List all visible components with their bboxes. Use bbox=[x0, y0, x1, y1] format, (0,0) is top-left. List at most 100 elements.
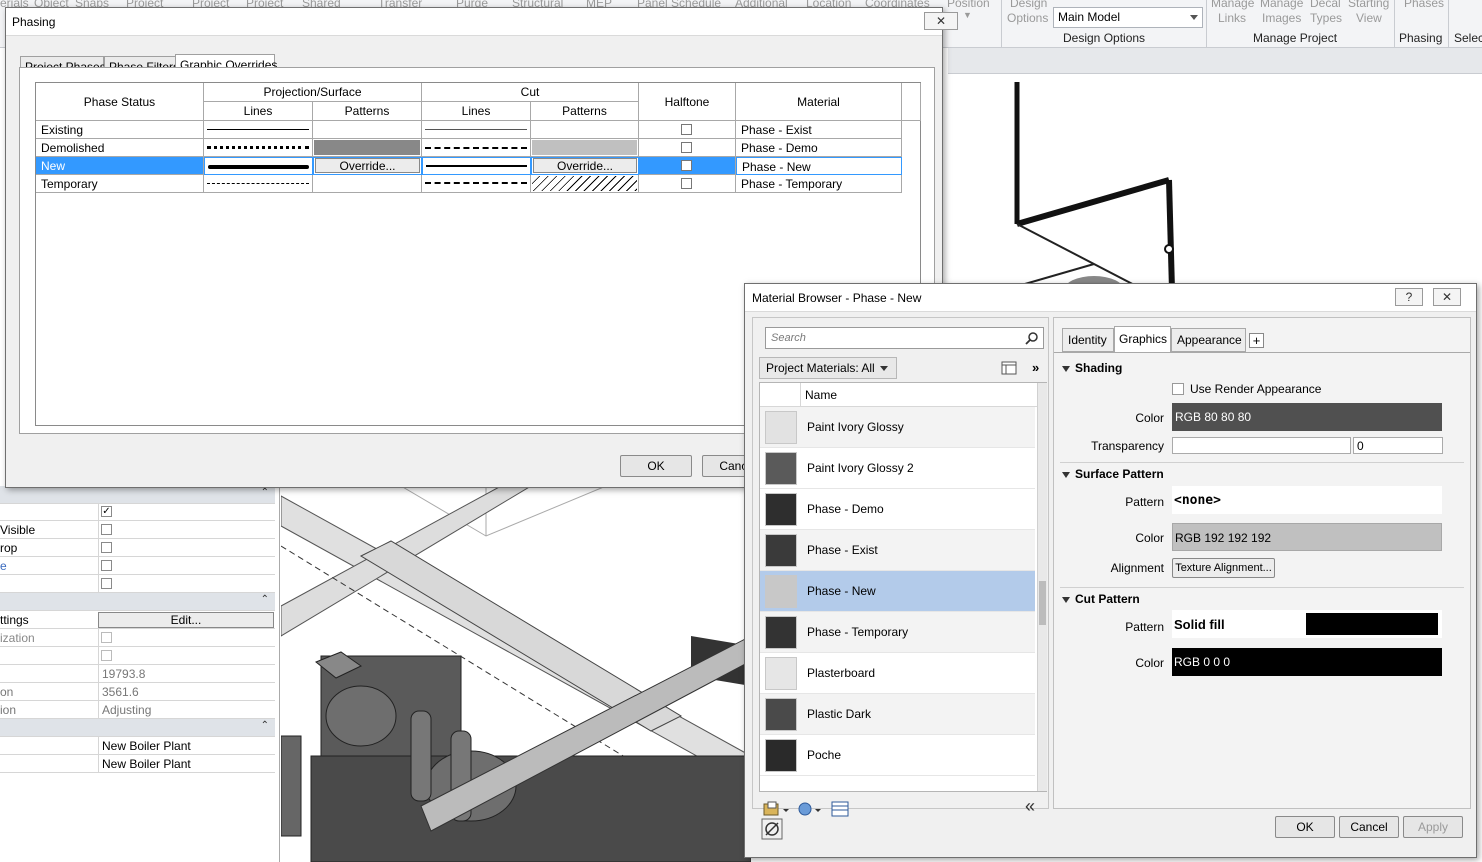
ribbon-label[interactable]: Manage bbox=[1260, 0, 1303, 10]
add-material-icon[interactable] bbox=[797, 801, 825, 817]
cut-patterns-cell[interactable] bbox=[531, 175, 639, 193]
properties-section-header[interactable]: ⌃ bbox=[0, 593, 275, 611]
property-checkbox[interactable]: ✓ bbox=[101, 506, 112, 517]
proj-patterns-cell[interactable] bbox=[313, 121, 422, 139]
collapse-icon[interactable]: « bbox=[1025, 796, 1035, 817]
list-scrollbar[interactable] bbox=[1037, 383, 1047, 791]
halftone-checkbox[interactable] bbox=[681, 178, 692, 189]
tab-identity[interactable]: Identity bbox=[1062, 328, 1114, 352]
proj-lines-cell[interactable] bbox=[204, 175, 313, 193]
collapse-icon[interactable]: ⌃ bbox=[261, 487, 269, 498]
scrollbar-thumb[interactable] bbox=[1039, 581, 1046, 625]
material-cell[interactable]: Phase - Exist bbox=[736, 121, 902, 139]
list-item[interactable]: Paint Ivory Glossy 2 bbox=[760, 448, 1035, 489]
properties-section-header[interactable]: ⌃ bbox=[0, 486, 275, 504]
cancel-button[interactable]: Cancel bbox=[1339, 816, 1399, 838]
ok-button[interactable]: OK bbox=[620, 455, 692, 477]
proj-lines-cell[interactable] bbox=[204, 139, 313, 157]
edit-button[interactable]: Edit... bbox=[98, 612, 274, 628]
property-checkbox[interactable] bbox=[101, 560, 112, 571]
property-checkbox[interactable] bbox=[101, 542, 112, 553]
properties-section-header[interactable]: ⌃ bbox=[0, 719, 275, 737]
viewport-3d[interactable] bbox=[281, 486, 751, 862]
shading-section-header[interactable]: Shading bbox=[1062, 361, 1122, 375]
ribbon-label[interactable]: Design bbox=[1010, 0, 1047, 10]
collapse-icon[interactable]: ⌃ bbox=[261, 720, 269, 731]
list-item[interactable]: Plasterboard bbox=[760, 653, 1035, 694]
transparency-input[interactable]: 0 bbox=[1353, 437, 1443, 454]
property-checkbox[interactable] bbox=[101, 650, 112, 661]
close-button[interactable]: ✕ bbox=[924, 12, 958, 30]
property-value[interactable]: 3561.6 bbox=[98, 683, 275, 701]
texture-alignment-button[interactable]: Texture Alignment... bbox=[1172, 558, 1275, 578]
material-cell[interactable]: Phase - Temporary bbox=[736, 175, 902, 193]
proj-patterns-cell[interactable] bbox=[313, 175, 422, 193]
list-item[interactable]: Poche bbox=[760, 735, 1035, 776]
ribbon-label[interactable]: Images bbox=[1262, 11, 1301, 25]
property-value[interactable]: 19793.8 bbox=[98, 665, 275, 683]
cut-color-field[interactable]: RGB 0 0 0 bbox=[1172, 648, 1442, 676]
list-item[interactable]: Paint Ivory Glossy bbox=[760, 407, 1035, 448]
view-toggle-icon[interactable] bbox=[1001, 361, 1017, 375]
cut-patterns-cell[interactable] bbox=[531, 121, 639, 139]
halftone-checkbox[interactable] bbox=[681, 160, 692, 171]
close-button[interactable]: ✕ bbox=[1433, 288, 1461, 306]
cut-patterns-cell[interactable] bbox=[531, 139, 639, 157]
ribbon-label[interactable]: Manage bbox=[1211, 0, 1254, 10]
ribbon-label[interactable]: Links bbox=[1218, 11, 1246, 25]
surface-pattern-field[interactable]: <none> bbox=[1172, 486, 1442, 514]
viewport-top[interactable] bbox=[944, 74, 1482, 290]
design-option-select[interactable]: Main Model bbox=[1053, 7, 1203, 28]
override-button[interactable]: Override... bbox=[315, 158, 420, 173]
cut-lines-cell[interactable] bbox=[422, 121, 531, 139]
transparency-slider[interactable] bbox=[1172, 437, 1351, 454]
property-checkbox[interactable] bbox=[101, 524, 112, 535]
expand-icon[interactable]: » bbox=[1032, 360, 1039, 375]
surface-color-field[interactable]: RGB 192 192 192 bbox=[1172, 523, 1442, 551]
help-button[interactable]: ? bbox=[1395, 288, 1423, 306]
proj-patterns-cell[interactable] bbox=[313, 139, 422, 157]
tab-appearance[interactable]: Appearance bbox=[1171, 328, 1246, 352]
halftone-checkbox[interactable] bbox=[681, 124, 692, 135]
proj-lines-cell[interactable] bbox=[204, 157, 313, 175]
property-value[interactable]: Adjusting bbox=[98, 701, 275, 719]
property-value[interactable]: New Boiler Plant bbox=[98, 755, 275, 773]
search-input[interactable]: Search bbox=[765, 327, 1044, 349]
table-row-selected[interactable]: New bbox=[36, 157, 204, 175]
chevron-down-icon[interactable]: ▼ bbox=[963, 8, 972, 22]
override-button[interactable]: Override... bbox=[533, 158, 637, 173]
list-item[interactable]: Phase - Temporary bbox=[760, 612, 1035, 653]
list-item-selected[interactable]: Phase - New bbox=[760, 571, 1035, 612]
ok-button[interactable]: OK bbox=[1275, 816, 1335, 838]
ribbon-label[interactable]: Starting bbox=[1348, 0, 1389, 10]
ribbon-label[interactable]: View bbox=[1356, 11, 1382, 25]
cut-pattern-field[interactable]: Solid fill bbox=[1172, 610, 1442, 638]
apply-button[interactable]: Apply bbox=[1403, 816, 1463, 838]
table-row[interactable]: Temporary bbox=[36, 175, 204, 193]
tab-graphics[interactable]: Graphics bbox=[1114, 326, 1171, 352]
property-value[interactable]: New Boiler Plant bbox=[98, 737, 275, 755]
cut-pattern-section-header[interactable]: Cut Pattern bbox=[1062, 592, 1140, 606]
ribbon-label[interactable]: Types bbox=[1310, 11, 1342, 25]
add-tab-button[interactable]: + bbox=[1249, 333, 1264, 348]
editor-toggle-icon[interactable] bbox=[831, 801, 849, 817]
halftone-checkbox[interactable] bbox=[681, 142, 692, 153]
collapse-icon[interactable]: ⌃ bbox=[261, 594, 269, 605]
shading-color-field[interactable]: RGB 80 80 80 bbox=[1172, 403, 1442, 431]
proj-patterns-cell[interactable]: Override... bbox=[313, 157, 422, 175]
ribbon-label[interactable]: Options bbox=[1007, 11, 1048, 25]
cut-lines-cell[interactable] bbox=[422, 175, 531, 193]
cut-lines-cell[interactable] bbox=[422, 157, 531, 175]
proj-lines-cell[interactable] bbox=[204, 121, 313, 139]
table-row[interactable]: Existing bbox=[36, 121, 204, 139]
no-preview-icon[interactable] bbox=[761, 818, 783, 840]
material-cell[interactable]: Phase - New bbox=[736, 157, 902, 175]
search-icon[interactable] bbox=[1025, 331, 1039, 345]
cut-patterns-cell[interactable]: Override... bbox=[531, 157, 639, 175]
list-item[interactable]: Phase - Demo bbox=[760, 489, 1035, 530]
list-item[interactable]: Phase - Exist bbox=[760, 530, 1035, 571]
material-cell[interactable]: Phase - Demo bbox=[736, 139, 902, 157]
table-row[interactable]: Demolished bbox=[36, 139, 204, 157]
ribbon-label[interactable]: Decal bbox=[1310, 0, 1341, 10]
project-materials-filter[interactable]: Project Materials: All bbox=[759, 357, 897, 379]
